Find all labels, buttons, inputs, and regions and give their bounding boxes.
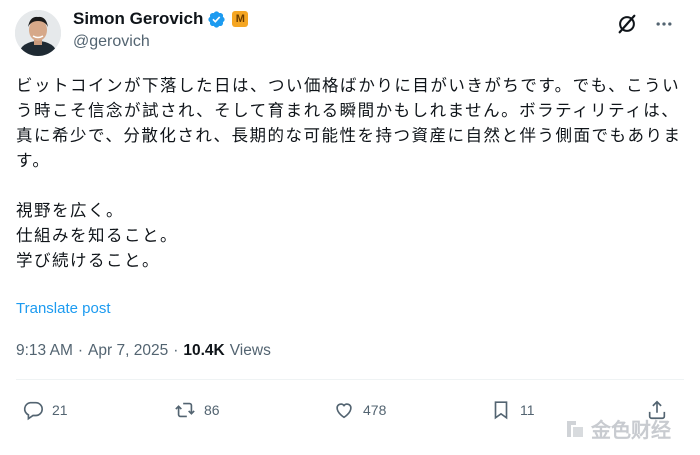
avatar[interactable] <box>15 10 61 56</box>
reply-count: 21 <box>52 402 68 418</box>
bookmark-button[interactable]: 11 <box>490 393 535 427</box>
post-meta: 9:13 AM · Apr 7, 2025 · 10.4K Views <box>16 342 271 360</box>
post-date[interactable]: Apr 7, 2025 <box>88 342 168 360</box>
bookmark-count: 11 <box>520 402 535 418</box>
like-count: 478 <box>363 402 387 418</box>
watermark: 金色财经 <box>563 414 671 443</box>
divider <box>16 379 684 380</box>
meta-separator: · <box>77 342 84 359</box>
views-count: 10.4K <box>183 342 225 359</box>
author-name[interactable]: Simon Gerovich <box>73 9 203 29</box>
grok-icon[interactable] <box>616 13 638 35</box>
meta-separator: · <box>173 342 179 359</box>
more-icon[interactable] <box>654 14 674 34</box>
like-button[interactable]: 478 <box>333 393 386 427</box>
reply-button[interactable]: 21 <box>22 393 68 427</box>
views-label: Views <box>229 342 271 359</box>
translate-post-link[interactable]: Translate post <box>16 300 111 317</box>
repost-count: 86 <box>204 402 220 418</box>
like-icon <box>336 403 352 419</box>
repost-button[interactable]: 86 <box>174 393 220 427</box>
bookmark-icon <box>494 401 508 420</box>
repost-icon <box>175 402 195 418</box>
tweet-card: Simon Gerovich M @gerovich ビットコインが下落した日は… <box>0 0 700 455</box>
display-name[interactable]: Simon Gerovich M <box>73 9 249 29</box>
watermark-logo-icon <box>567 420 583 437</box>
verified-icon <box>208 10 225 28</box>
reply-icon <box>23 401 43 421</box>
post-text: ビットコインが下落した日は、つい価格ばかりに目がいきがちです。でも、こういう時こ… <box>16 76 682 270</box>
post-time[interactable]: 9:13 AM <box>16 342 73 360</box>
author-handle[interactable]: @gerovich <box>73 33 150 51</box>
affiliate-badge[interactable]: M <box>232 11 249 27</box>
watermark-text: 金色财经 <box>591 420 671 442</box>
